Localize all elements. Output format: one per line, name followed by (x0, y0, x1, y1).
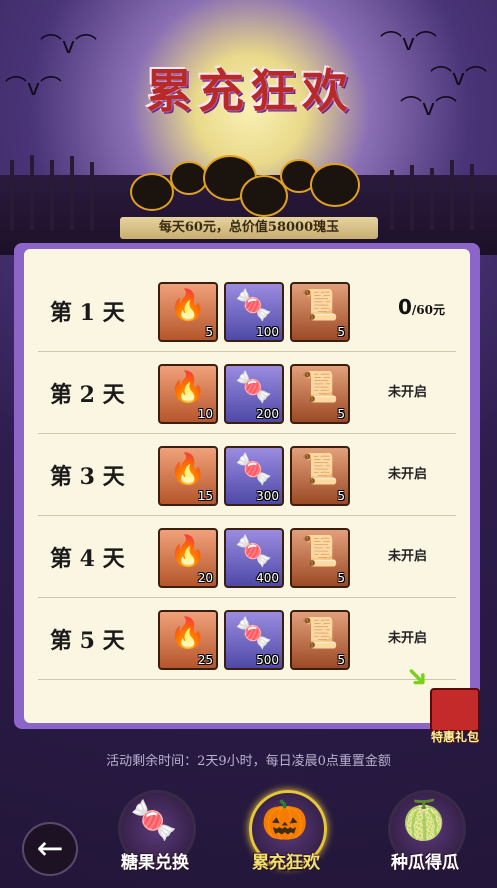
scroll-reward[interactable]: 📜 5 (290, 282, 350, 342)
reward-row-day-5: 第 5 天 🔥 25 🍬 500 📜 5 未开启 (38, 597, 456, 680)
scroll-icon: 📜 (301, 452, 339, 487)
fence-right (380, 150, 490, 230)
day-label: 第 2 天 (50, 382, 125, 408)
jack-o-lantern-icon (130, 173, 174, 211)
tab-label: 种瓜得瓜 (391, 853, 459, 873)
candy-icon: 🍬 (235, 452, 273, 487)
item-count: 25 (197, 653, 213, 667)
item-count: 100 (256, 325, 279, 339)
scroll-reward[interactable]: 📜 5 (290, 610, 350, 670)
item-count: 5 (337, 571, 345, 585)
torch-icon: 🔥 (169, 288, 207, 323)
item-count: 5 (337, 325, 345, 339)
candy-reward[interactable]: 🍬 500 (224, 610, 284, 670)
reward-row-day-3: 第 3 天 🔥 15 🍬 300 📜 5 未开启 (38, 433, 456, 516)
candy-icon: 🍬 (235, 370, 273, 405)
fence-left (0, 150, 110, 230)
candy-reward[interactable]: 🍬 100 (224, 282, 284, 342)
tab-plant-melon[interactable]: 🍈 种瓜得瓜 (370, 790, 480, 885)
torch-icon: 🔥 (169, 616, 207, 651)
pumpkin-icon: 🎃 (261, 798, 309, 842)
torch-reward[interactable]: 🔥 5 (158, 282, 218, 342)
bat-icon: ⌒v⌒ (5, 76, 63, 101)
rewards-list: 第 1 天 🔥 5 🍬 100 📜 5 0/60元 第 2 天 🔥 10 🍬 200 📜 5… (24, 249, 470, 723)
item-count: 300 (256, 489, 279, 503)
candy-reward[interactable]: 🍬 300 (224, 446, 284, 506)
candy-reward[interactable]: 🍬 200 (224, 364, 284, 424)
gift-box-icon (430, 688, 480, 732)
special-gift-pack-button[interactable]: ➜ 特惠礼包 (398, 657, 484, 744)
status-label: 未开启 (388, 631, 428, 646)
torch-reward[interactable]: 🔥 10 (158, 364, 218, 424)
rewards-panel: 第 1 天 🔥 5 🍬 100 📜 5 0/60元 第 2 天 🔥 10 🍬 200 📜 5… (14, 243, 480, 729)
scroll-reward[interactable]: 📜 5 (290, 446, 350, 506)
item-count: 15 (197, 489, 213, 503)
day-label: 第 1 天 (50, 300, 125, 326)
item-count: 400 (256, 571, 279, 585)
torch-reward[interactable]: 🔥 25 (158, 610, 218, 670)
scroll-icon: 📜 (301, 370, 339, 405)
scroll-reward[interactable]: 📜 5 (290, 364, 350, 424)
candy-icon: 🍬 (235, 288, 273, 323)
candy-icon: 🍬 (235, 616, 273, 651)
item-count: 5 (337, 653, 345, 667)
status-label: 未开启 (388, 549, 428, 564)
event-title: 累充狂欢 (146, 64, 354, 118)
reward-row-day-4: 第 4 天 🔥 20 🍬 400 📜 5 未开启 (38, 515, 456, 598)
reward-row-day-1: 第 1 天 🔥 5 🍬 100 📜 5 0/60元 (38, 269, 456, 352)
torch-reward[interactable]: 🔥 20 (158, 528, 218, 588)
tab-label: 累充狂欢 (252, 853, 320, 873)
gift-pack-label: 特惠礼包 (430, 730, 479, 744)
progress-unit: /60元 (411, 303, 446, 317)
pumpkin-group (125, 155, 375, 217)
event-timer-text: 活动剩余时间：2天9小时，每日凌晨0点重置金额 (106, 754, 391, 769)
item-count: 5 (337, 489, 345, 503)
torch-icon: 🔥 (169, 452, 207, 487)
day-label: 第 3 天 (50, 464, 125, 490)
jack-o-lantern-icon (310, 163, 360, 207)
status-label: 未开启 (388, 467, 428, 482)
recharge-progress: 0/60元 (398, 295, 445, 319)
day-label: 第 5 天 (50, 628, 125, 654)
status-label: 未开启 (388, 385, 428, 400)
torch-icon: 🔥 (169, 534, 207, 569)
item-count: 5 (205, 325, 213, 339)
item-count: 5 (337, 407, 345, 421)
candy-icon: 🍬 (235, 534, 273, 569)
melon-icon: 🍈 (400, 798, 448, 842)
item-count: 500 (256, 653, 279, 667)
day-label: 第 4 天 (50, 546, 125, 572)
torch-reward[interactable]: 🔥 15 (158, 446, 218, 506)
back-arrow-icon: ← (36, 829, 64, 867)
bat-icon: ⌒v⌒ (380, 31, 438, 56)
scroll-icon: 📜 (301, 534, 339, 569)
candy-reward[interactable]: 🍬 400 (224, 528, 284, 588)
reward-row-day-2: 第 2 天 🔥 10 🍬 200 📜 5 未开启 (38, 351, 456, 434)
tab-candy-exchange[interactable]: 🍬 糖果兑换 (100, 790, 210, 885)
event-subtitle: 每天60元，总价值58000瑰玉 (120, 217, 378, 239)
scroll-icon: 📜 (301, 288, 339, 323)
candy-icon: 🍬 (130, 798, 178, 842)
progress-value: 0 (398, 295, 412, 319)
back-button[interactable]: ← (22, 822, 78, 876)
torch-icon: 🔥 (169, 370, 207, 405)
tab-recharge-carnival[interactable]: 🎃 累充狂欢 (231, 790, 341, 885)
scroll-icon: 📜 (301, 616, 339, 651)
item-count: 10 (197, 407, 213, 421)
item-count: 200 (256, 407, 279, 421)
scroll-reward[interactable]: 📜 5 (290, 528, 350, 588)
item-count: 20 (197, 571, 213, 585)
tab-label: 糖果兑换 (121, 853, 189, 873)
